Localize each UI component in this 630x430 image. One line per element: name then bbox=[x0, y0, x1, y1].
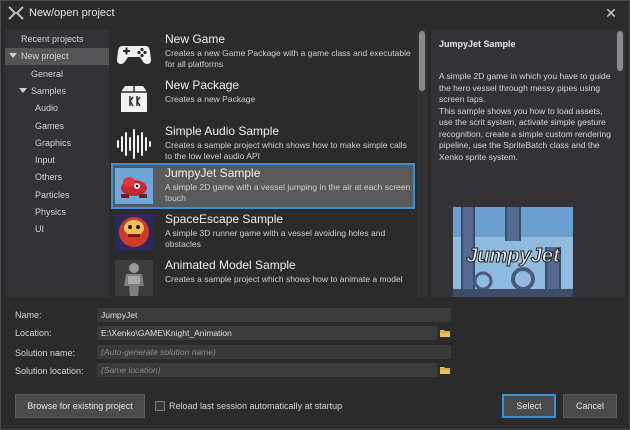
solution-name-field[interactable]: (Auto-generate solution name) bbox=[97, 345, 451, 359]
tree-item-new-project[interactable]: New project bbox=[5, 48, 109, 65]
preview-description: A simple 2D game in which you have to gu… bbox=[439, 71, 611, 162]
preview-panel: JumpyJet Sample A simple 2D game in whic… bbox=[431, 29, 615, 297]
item-title: JumpyJet Sample bbox=[165, 166, 261, 180]
tree-item-graphics[interactable]: Graphics bbox=[5, 135, 109, 152]
jumpyjet-thumbnail bbox=[115, 168, 153, 204]
item-title: New Package bbox=[165, 78, 240, 92]
list-scrollbar[interactable] bbox=[417, 29, 427, 297]
xenko-logo-icon bbox=[8, 6, 24, 20]
solution-location-label: Solution location: bbox=[15, 366, 84, 376]
expand-arrow-icon[interactable] bbox=[9, 53, 17, 58]
tree-item-label: Input bbox=[35, 155, 56, 165]
solution-location-field[interactable]: (Same location) bbox=[97, 363, 437, 377]
audio-waveform-icon bbox=[117, 129, 151, 159]
preview-screenshot: JumpyJet bbox=[453, 207, 573, 297]
tree-item-label: Games bbox=[35, 121, 65, 131]
browse-folder-icon[interactable] bbox=[439, 327, 451, 339]
list-item-animated-model-sample[interactable]: Animated Model Sample Creates a sample p… bbox=[111, 255, 415, 297]
tree-item-label: Recent projects bbox=[21, 34, 84, 44]
tree-item-label: New project bbox=[21, 51, 69, 61]
tree-item-recent-projects[interactable]: Recent projects bbox=[5, 31, 109, 48]
tree-item-label: Physics bbox=[35, 207, 67, 217]
tree-item-input[interactable]: Input bbox=[5, 152, 109, 169]
preview-logo-text: JumpyJet bbox=[466, 245, 561, 267]
tree-item-label: General bbox=[31, 69, 64, 79]
item-title: New Game bbox=[165, 32, 226, 46]
category-tree: Recent projects New project General Samples… bbox=[5, 29, 109, 297]
expand-arrow-icon[interactable] bbox=[19, 88, 27, 93]
item-description: Creates a new Package bbox=[165, 94, 256, 104]
list-item-new-package[interactable]: New Package Creates a new Package bbox=[111, 75, 415, 121]
item-title: Simple Audio Sample bbox=[165, 124, 280, 138]
tree-item-label: Others bbox=[35, 172, 63, 182]
item-description: Creates a new Game Package with a game c… bbox=[165, 48, 411, 69]
tree-item-label: Samples bbox=[31, 86, 67, 96]
tree-item-ui[interactable]: UI bbox=[5, 221, 109, 238]
item-description: A simple 3D runner game with a vessel av… bbox=[165, 228, 386, 249]
tree-item-label: Particles bbox=[35, 190, 70, 200]
name-label: Name: bbox=[15, 310, 42, 320]
list-item-jumpyjet-sample[interactable]: JumpyJet Sample A simple 2D game with a … bbox=[111, 163, 415, 209]
list-item-spaceescape-sample[interactable]: SpaceEscape Sample A simple 3D runner ga… bbox=[111, 209, 415, 255]
preview-scrollbar-thumb[interactable] bbox=[617, 31, 623, 71]
close-icon[interactable]: ✕ bbox=[603, 5, 619, 21]
location-field[interactable]: E:\Xenko\GAME\Knight_Animation bbox=[97, 326, 437, 340]
item-title: Animated Model Sample bbox=[165, 258, 296, 272]
name-field[interactable]: JumpyJet bbox=[97, 308, 451, 322]
tree-item-audio[interactable]: Audio bbox=[5, 100, 109, 117]
tree-item-others[interactable]: Others bbox=[5, 169, 109, 186]
cancel-button[interactable]: Cancel bbox=[563, 394, 617, 418]
tree-item-physics[interactable]: Physics bbox=[5, 204, 109, 221]
list-scrollbar-thumb[interactable] bbox=[419, 31, 425, 91]
project-template-list: New Game Creates a new Game Package with… bbox=[111, 29, 429, 297]
title-bar: New/open project ✕ bbox=[1, 1, 629, 25]
list-item-new-game[interactable]: New Game Creates a new Game Package with… bbox=[111, 29, 415, 75]
preview-title: JumpyJet Sample bbox=[439, 39, 516, 49]
animated-model-thumbnail bbox=[115, 260, 153, 296]
tree-item-samples[interactable]: Samples bbox=[5, 83, 109, 100]
browse-existing-project-button[interactable]: Browse for existing project bbox=[15, 394, 145, 418]
gamepad-icon bbox=[117, 46, 151, 64]
reload-session-label: Reload last session automatically at sta… bbox=[169, 401, 343, 411]
tree-item-games[interactable]: Games bbox=[5, 118, 109, 135]
list-item-simple-audio-sample[interactable]: Simple Audio Sample Creates a sample pro… bbox=[111, 121, 415, 167]
reload-session-checkbox[interactable] bbox=[155, 401, 165, 411]
tree-item-particles[interactable]: Particles bbox=[5, 187, 109, 204]
browse-folder-icon[interactable] bbox=[439, 364, 451, 376]
item-description: A simple 2D game with a vessel jumping i… bbox=[165, 182, 411, 203]
tree-item-label: Audio bbox=[35, 103, 59, 113]
select-button[interactable]: Select bbox=[502, 394, 556, 418]
window-title: New/open project bbox=[29, 7, 115, 19]
tree-item-label: Graphics bbox=[35, 138, 72, 148]
item-description: Creates a sample project which shows how… bbox=[165, 140, 407, 161]
item-title: SpaceEscape Sample bbox=[165, 212, 284, 226]
new-open-project-dialog: New/open project ✕ Recent projects New pr… bbox=[0, 0, 630, 430]
solution-name-label: Solution name: bbox=[15, 348, 76, 358]
tree-item-general[interactable]: General bbox=[5, 66, 109, 83]
preview-scrollbar[interactable] bbox=[615, 29, 625, 297]
tree-item-label: UI bbox=[35, 224, 44, 234]
item-description: Creates a sample project which shows how… bbox=[165, 274, 403, 284]
spaceescape-thumbnail bbox=[115, 214, 153, 250]
location-label: Location: bbox=[15, 328, 52, 338]
package-icon bbox=[121, 86, 147, 112]
